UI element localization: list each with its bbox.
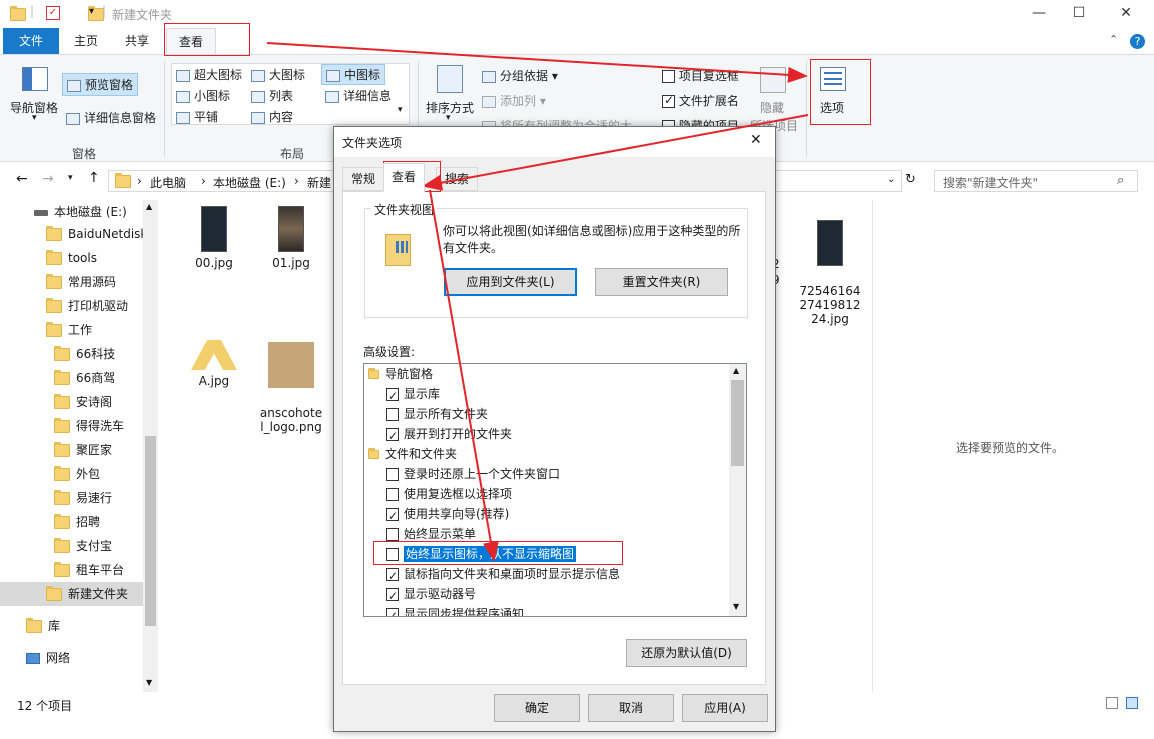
tab-view[interactable]: 查看 bbox=[383, 163, 426, 192]
arrow-to-options bbox=[266, 42, 808, 83]
annotation-arrows bbox=[266, 42, 809, 562]
arrow-to-setting bbox=[429, 189, 499, 562]
arrow-to-dialog-view-tab bbox=[422, 114, 809, 191]
